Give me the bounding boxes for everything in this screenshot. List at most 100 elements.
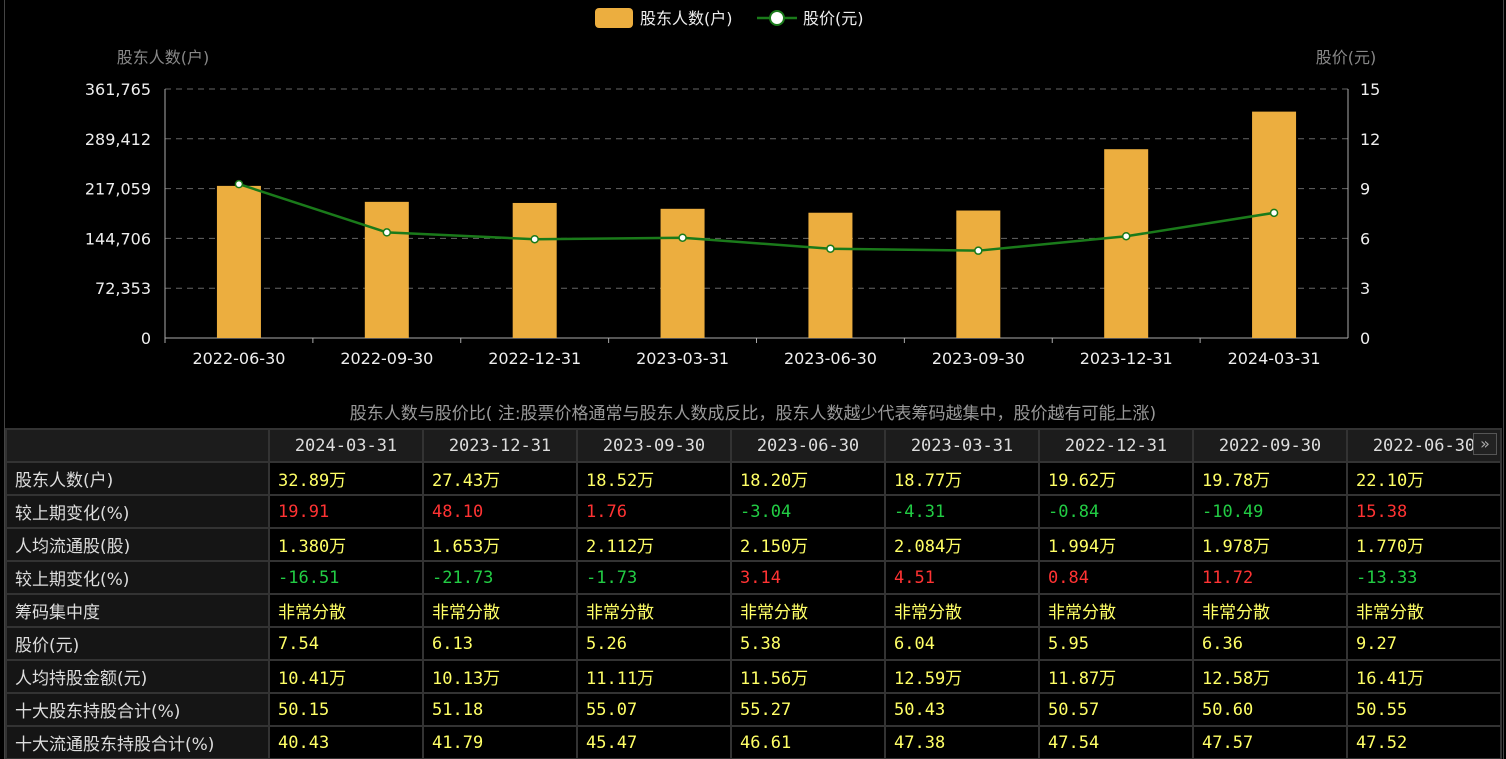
table-cell: -10.49 [1192, 494, 1348, 529]
table-cell: 48.10 [422, 494, 578, 529]
double-chevron-right-icon: » [1480, 434, 1490, 453]
table-row: 人均流通股(股) 1.380万 1.653万 2.112万 2.150万 2.084万 1.… [5, 527, 1502, 562]
table-row: 筹码集中度 非常分散 非常分散 非常分散 非常分散 非常分散 非常分散 非常分散 非常分散 [5, 593, 1502, 628]
table-cell: 27.43万 [422, 461, 578, 496]
table-cell: 50.55 [1346, 692, 1502, 727]
table-cell: 6.13 [422, 626, 578, 661]
table-cell: 50.60 [1192, 692, 1348, 727]
table-cell: 19.62万 [1038, 461, 1194, 496]
header-corner [5, 428, 270, 463]
table-cell: 0.84 [1038, 560, 1194, 595]
row-label: 股价(元) [5, 626, 270, 661]
scroll-right-button[interactable]: » [1473, 433, 1497, 455]
table-cell: 4.51 [884, 560, 1040, 595]
table-row: 较上期变化(%) -16.51 -21.73 -1.73 3.14 4.51 0.84 11.… [5, 560, 1502, 595]
table-cell: 50.15 [268, 692, 424, 727]
table-row: 较上期变化(%) 19.91 48.10 1.76 -3.04 -4.31 -0.84 -10… [5, 494, 1502, 529]
table-cell: 45.47 [576, 725, 732, 759]
column-header: 2023-06-30 [730, 428, 886, 463]
table-cell: 55.07 [576, 692, 732, 727]
table-cell: 32.89万 [268, 461, 424, 496]
table-cell: 10.41万 [268, 659, 424, 694]
table-cell: 15.38 [1346, 494, 1502, 529]
table-cell: 非常分散 [884, 593, 1040, 628]
row-label: 十大股东持股合计(%) [5, 692, 270, 727]
table-row: 十大股东持股合计(%) 50.15 51.18 55.07 55.27 50.43 50.5… [5, 692, 1502, 727]
table-cell: 19.91 [268, 494, 424, 529]
table-row: 股价(元) 7.54 6.13 5.26 5.38 6.04 5.95 6.36 9.27 [5, 626, 1502, 661]
table-cell: 50.57 [1038, 692, 1194, 727]
table-cell: 11.87万 [1038, 659, 1194, 694]
table-cell: 非常分散 [1192, 593, 1348, 628]
table-cell: 41.79 [422, 725, 578, 759]
table-row: 十大流通股东持股合计(%) 40.43 41.79 45.47 46.61 47.38 47… [5, 725, 1502, 759]
row-label: 较上期变化(%) [5, 560, 270, 595]
table-cell: 2.150万 [730, 527, 886, 562]
table-cell: 1.76 [576, 494, 732, 529]
table-cell: 47.57 [1192, 725, 1348, 759]
table-cell: 2.112万 [576, 527, 732, 562]
table-cell: 1.653万 [422, 527, 578, 562]
table-cell: -0.84 [1038, 494, 1194, 529]
table-cell: 11.72 [1192, 560, 1348, 595]
table-cell: 12.59万 [884, 659, 1040, 694]
table-cell: -16.51 [268, 560, 424, 595]
table-cell: 非常分散 [422, 593, 578, 628]
table-cell: 5.38 [730, 626, 886, 661]
row-label: 股东人数(户) [5, 461, 270, 496]
table-cell: -1.73 [576, 560, 732, 595]
table-cell: 6.36 [1192, 626, 1348, 661]
table-cell: 46.61 [730, 725, 886, 759]
table-cell: 1.978万 [1192, 527, 1348, 562]
column-header: 2024-03-31 [268, 428, 424, 463]
table-cell: 3.14 [730, 560, 886, 595]
row-label: 筹码集中度 [5, 593, 270, 628]
table-cell: 7.54 [268, 626, 424, 661]
table-cell: 1.380万 [268, 527, 424, 562]
table-row: 股东人数(户) 32.89万 27.43万 18.52万 18.20万 18.77万 19.… [5, 461, 1502, 496]
table-cell: 9.27 [1346, 626, 1502, 661]
table-cell: 11.11万 [576, 659, 732, 694]
table-cell: 5.95 [1038, 626, 1194, 661]
row-label: 十大流通股东持股合计(%) [5, 725, 270, 759]
table-cell: 55.27 [730, 692, 886, 727]
table-cell: 11.56万 [730, 659, 886, 694]
table-cell: 非常分散 [730, 593, 886, 628]
row-label: 人均持股金额(元) [5, 659, 270, 694]
table-cell: 非常分散 [1346, 593, 1502, 628]
column-header: 2023-03-31 [884, 428, 1040, 463]
table-cell: 1.994万 [1038, 527, 1194, 562]
table-cell: 47.54 [1038, 725, 1194, 759]
table-cell: 18.52万 [576, 461, 732, 496]
column-header: 2022-09-30 [1192, 428, 1348, 463]
table-cell: 1.770万 [1346, 527, 1502, 562]
table-cell: 50.43 [884, 692, 1040, 727]
table-cell: -21.73 [422, 560, 578, 595]
table-cell: 12.58万 [1192, 659, 1348, 694]
table-cell: 40.43 [268, 725, 424, 759]
row-label: 人均流通股(股) [5, 527, 270, 562]
table-cell: 2.084万 [884, 527, 1040, 562]
table-cell: 19.78万 [1192, 461, 1348, 496]
row-label: 较上期变化(%) [5, 494, 270, 529]
table-cell: 非常分散 [1038, 593, 1194, 628]
table-cell: 5.26 [576, 626, 732, 661]
table-cell: 18.20万 [730, 461, 886, 496]
table-cell: 22.10万 [1346, 461, 1502, 496]
table-cell: -3.04 [730, 494, 886, 529]
table-cell: 非常分散 [576, 593, 732, 628]
table-cell: -13.33 [1346, 560, 1502, 595]
table-cell: 51.18 [422, 692, 578, 727]
table-cell: -4.31 [884, 494, 1040, 529]
table-cell: 18.77万 [884, 461, 1040, 496]
column-header: 2023-09-30 [576, 428, 732, 463]
table-row: 人均持股金额(元) 10.41万 10.13万 11.11万 11.56万 12.59万 1… [5, 659, 1502, 694]
table-cell: 47.52 [1346, 725, 1502, 759]
table-header-row: 2024-03-31 2023-12-31 2023-09-30 2023-06-30… [5, 428, 1502, 463]
table-cell: 非常分散 [268, 593, 424, 628]
shareholder-table: 2024-03-31 2023-12-31 2023-09-30 2023-06-30… [5, 428, 1502, 759]
table-cell: 16.41万 [1346, 659, 1502, 694]
table-cell: 10.13万 [422, 659, 578, 694]
column-header: 2022-12-31 [1038, 428, 1194, 463]
column-header: 2023-12-31 [422, 428, 578, 463]
